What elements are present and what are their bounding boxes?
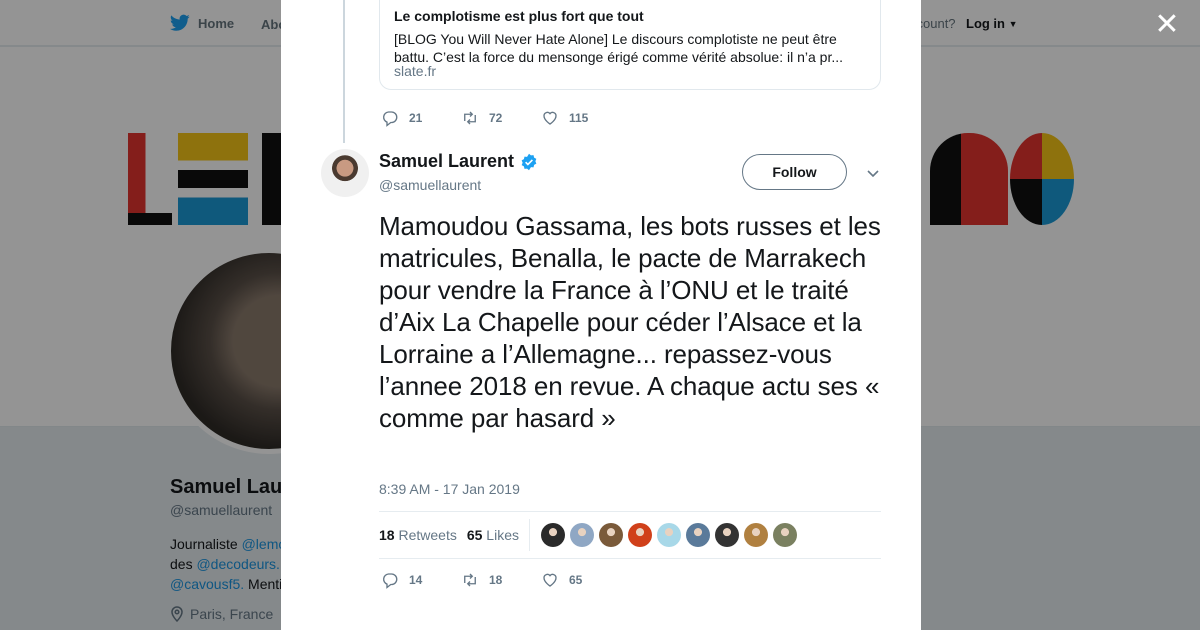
liker-avatar[interactable] <box>598 523 623 547</box>
card-domain: slate.fr <box>394 63 437 79</box>
retweet-icon <box>464 573 476 587</box>
like-count: 115 <box>569 111 589 125</box>
retweet-icon <box>464 111 476 125</box>
author-avatar[interactable] <box>321 149 369 197</box>
retweets-stat[interactable]: 18 Retweets <box>379 527 457 543</box>
stats-divider <box>528 519 530 551</box>
reply-count: 21 <box>409 111 423 125</box>
reply-button[interactable]: 21 <box>381 109 461 127</box>
liker-avatar[interactable] <box>627 523 652 547</box>
like-button[interactable]: 65 <box>541 571 621 589</box>
liker-avatar[interactable] <box>656 523 681 547</box>
liker-avatar[interactable] <box>569 523 594 547</box>
tweet-actions: 14 18 65 <box>381 571 621 589</box>
tweet-stats: 18 Retweets 65 Likes <box>379 511 881 559</box>
retweet-button[interactable]: 18 <box>461 571 541 589</box>
card-title: Le complotisme est plus fort que tout <box>394 8 644 24</box>
retweet-stat-label: Retweets <box>398 527 457 543</box>
tweet-modal: Le complotisme est plus fort que tout [B… <box>281 0 921 630</box>
heart-icon <box>543 111 557 125</box>
retweet-count: 72 <box>489 111 503 125</box>
verified-badge-icon <box>521 153 537 170</box>
likes-stat[interactable]: 65 Likes <box>467 527 519 543</box>
quoted-link-card[interactable]: Le complotisme est plus fort que tout [B… <box>379 0 881 90</box>
like-total: 65 <box>466 527 483 543</box>
author-name-row[interactable]: Samuel Laurent <box>379 151 538 172</box>
reply-icon <box>383 573 398 589</box>
liker-avatar[interactable] <box>685 523 710 547</box>
liker-avatar[interactable] <box>714 523 739 547</box>
liker-avatar[interactable] <box>540 523 565 547</box>
reply-button[interactable]: 14 <box>381 571 461 589</box>
like-button[interactable]: 115 <box>541 109 621 127</box>
card-description: [BLOG You Will Never Hate Alone] Le disc… <box>394 31 844 65</box>
author-name: Samuel Laurent <box>379 151 515 171</box>
retweet-button[interactable]: 72 <box>461 109 541 127</box>
tweet-timestamp[interactable]: 8:39 AM - 17 Jan 2019 <box>379 481 520 497</box>
tweet-text: Mamoudou Gassama, les bots russes et les… <box>379 211 881 433</box>
heart-icon <box>543 573 557 587</box>
retweet-total: 18 <box>379 527 395 543</box>
retweet-count: 18 <box>489 573 503 587</box>
liker-avatar[interactable] <box>772 523 797 547</box>
like-stat-label: Likes <box>486 527 519 543</box>
reply-icon <box>383 111 398 127</box>
reply-count: 14 <box>409 573 423 587</box>
close-icon[interactable]: ✕ <box>1152 10 1182 40</box>
liker-avatars <box>540 523 797 547</box>
author-handle[interactable]: @samuellaurent <box>379 177 481 193</box>
follow-button[interactable]: Follow <box>742 154 847 190</box>
prev-tweet-actions: 21 72 115 <box>381 109 621 127</box>
like-count: 65 <box>569 573 583 587</box>
chevron-down-icon[interactable] <box>865 165 881 181</box>
thread-connector <box>343 0 345 143</box>
liker-avatar[interactable] <box>743 523 768 547</box>
